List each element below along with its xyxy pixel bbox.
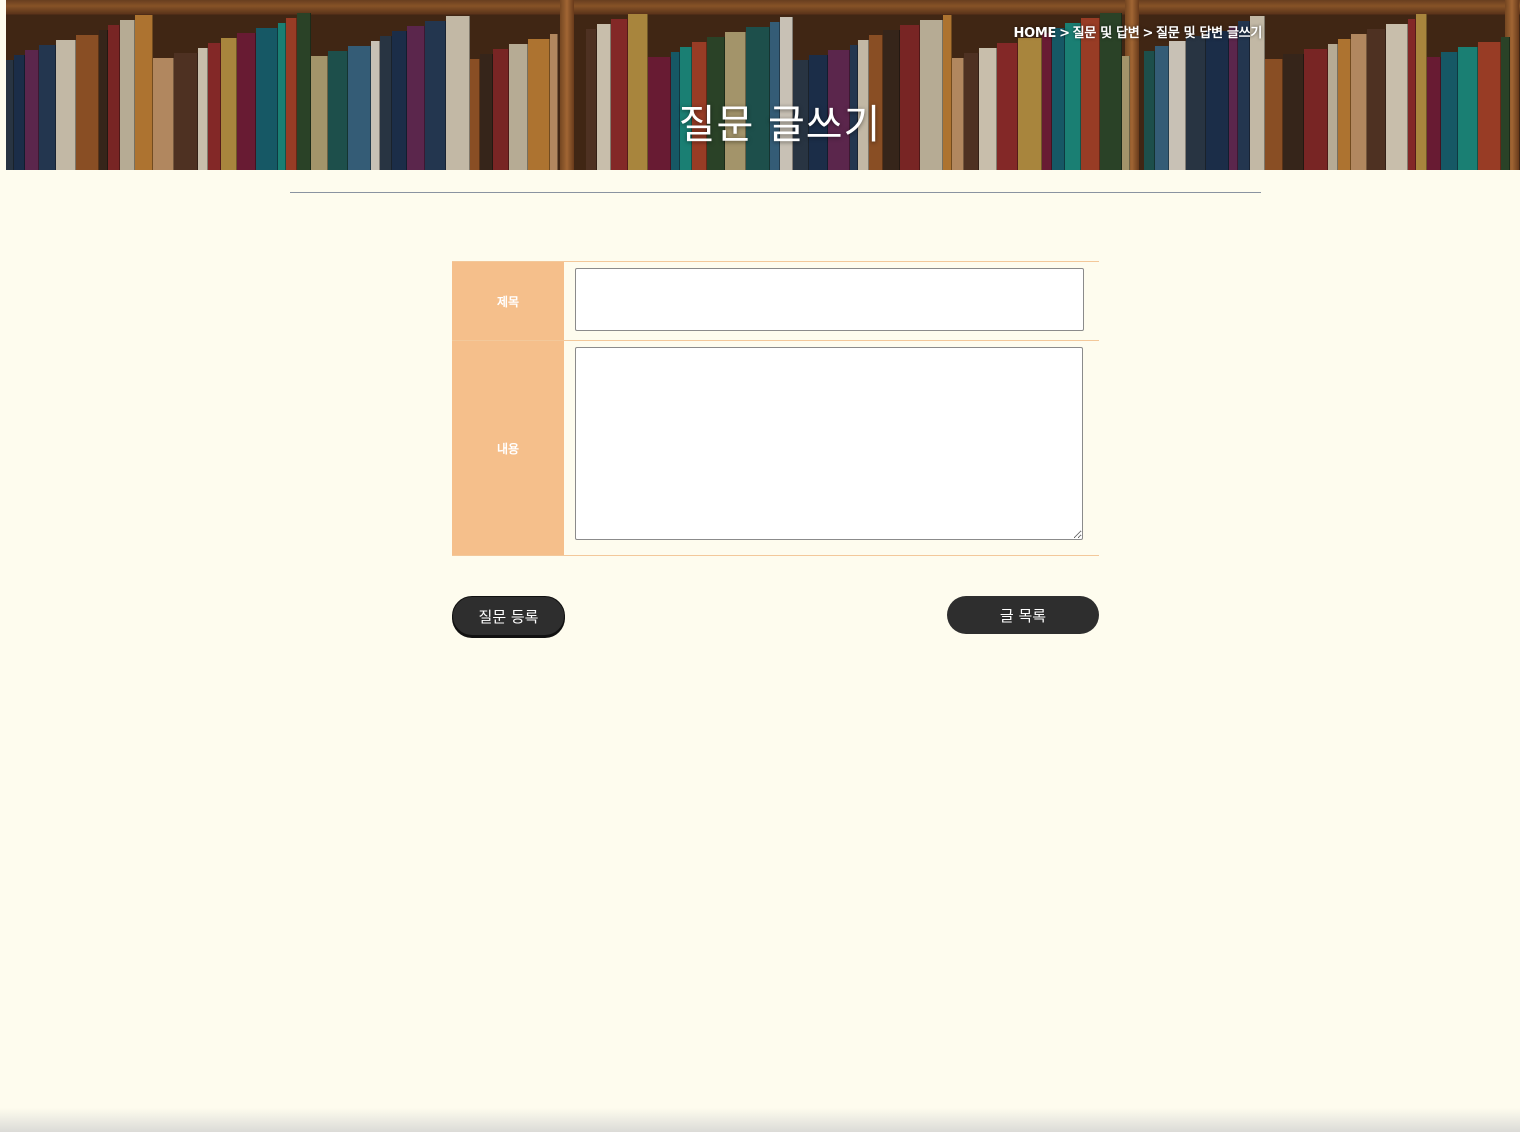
page: HOME > 질문 및 답변 > 질문 및 답변 글쓰기 질문 글쓰기 제목 내용 질문… <box>0 0 1520 1132</box>
breadcrumb-separator: > <box>1142 26 1154 41</box>
divider <box>290 192 1261 193</box>
title-input[interactable] <box>575 268 1084 331</box>
content-input-cell <box>564 341 1099 555</box>
submit-question-button[interactable]: 질문 등록 <box>452 596 565 636</box>
page-title: 질문 글쓰기 <box>678 102 882 148</box>
content-label: 내용 <box>452 341 564 555</box>
breadcrumb-separator: > <box>1059 26 1070 41</box>
breadcrumb-current: 질문 및 답변 글쓰기 <box>1156 26 1262 41</box>
breadcrumb-home[interactable]: HOME <box>1014 26 1057 41</box>
title-label: 제목 <box>452 262 564 340</box>
post-list-button[interactable]: 글 목록 <box>947 596 1099 634</box>
form-row-title: 제목 <box>452 262 1099 341</box>
breadcrumb: HOME > 질문 및 답변 > 질문 및 답변 글쓰기 <box>1014 22 1263 41</box>
question-form: 제목 내용 <box>452 261 1099 556</box>
bookshelf-banner: HOME > 질문 및 답변 > 질문 및 답변 글쓰기 질문 글쓰기 <box>6 0 1520 170</box>
content-textarea[interactable] <box>575 347 1083 540</box>
title-input-cell <box>564 262 1099 340</box>
breadcrumb-section[interactable]: 질문 및 답변 <box>1073 26 1140 41</box>
form-row-content: 내용 <box>452 341 1099 556</box>
bottom-shade <box>0 1108 1520 1132</box>
